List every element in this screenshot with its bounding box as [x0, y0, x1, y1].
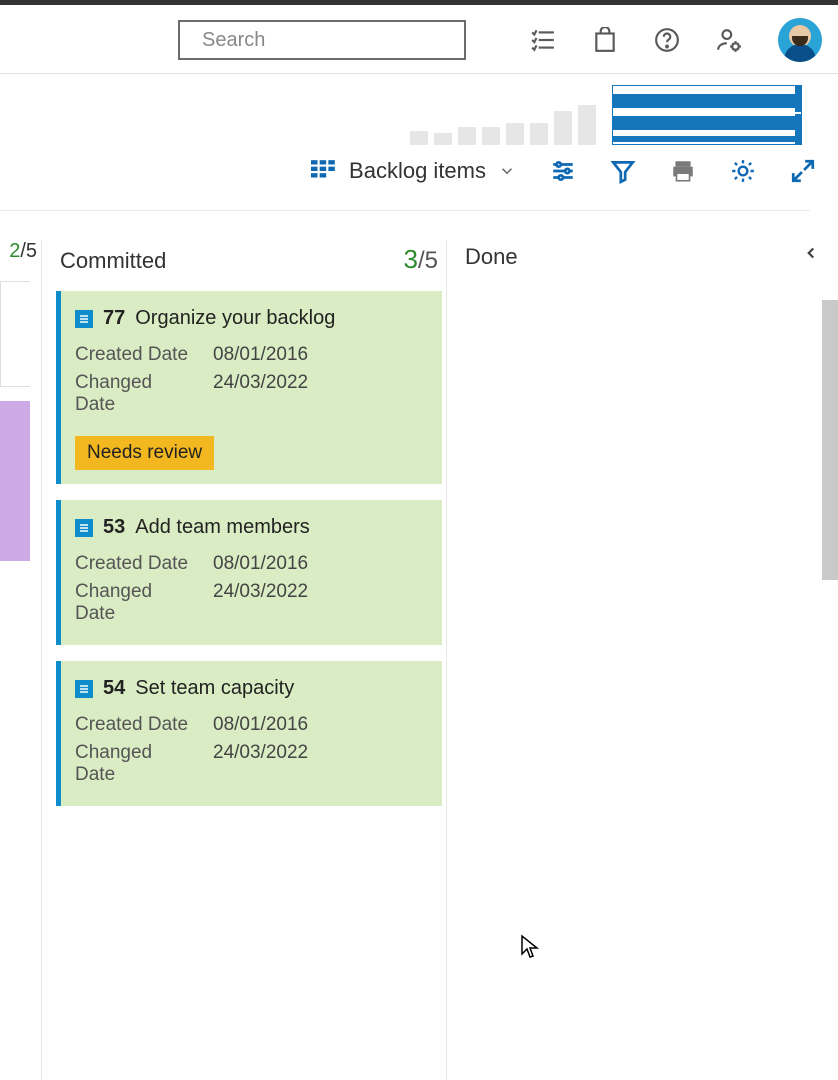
chevron-down-icon	[498, 162, 516, 180]
avatar[interactable]	[778, 18, 822, 62]
column-committed: Committed 3/5 77 Organize your backlog C…	[56, 240, 442, 1080]
toolbar-divider	[0, 210, 810, 211]
field-value: 08/01/2016	[213, 344, 308, 366]
previous-column-sliver: 2/5	[0, 240, 42, 1080]
field-label: Changed Date	[75, 372, 195, 416]
tag[interactable]: Needs review	[75, 436, 214, 470]
prev-column-count: 2/5	[0, 240, 41, 263]
pbi-icon	[75, 310, 93, 328]
settings-sliders-icon[interactable]	[550, 158, 576, 184]
pbi-icon	[75, 519, 93, 537]
search-box[interactable]	[178, 20, 466, 60]
print-icon[interactable]	[670, 158, 696, 184]
work-item-card[interactable]: 53 Add team members Created Date 08/01/20…	[56, 500, 442, 645]
view-selector[interactable]: Backlog items	[311, 158, 516, 184]
card-stub[interactable]	[0, 401, 30, 561]
column-title: Committed	[60, 248, 166, 274]
column-header: Committed 3/5	[56, 240, 442, 291]
burndown-thumbnail[interactable]	[612, 85, 802, 145]
field-value: 24/03/2022	[213, 372, 308, 416]
field-label: Changed Date	[75, 581, 195, 625]
view-selector-label: Backlog items	[349, 158, 486, 184]
user-settings-icon[interactable]	[716, 27, 742, 53]
field-label: Created Date	[75, 344, 195, 366]
column-done: Done	[446, 240, 838, 1080]
collapse-column-icon[interactable]	[802, 244, 820, 262]
board-toolbar: Backlog items	[311, 158, 816, 184]
tasks-icon[interactable]	[530, 27, 556, 53]
column-title: Done	[465, 244, 518, 270]
work-item-title: Set team capacity	[135, 677, 294, 700]
field-value: 24/03/2022	[213, 742, 308, 786]
fullscreen-icon[interactable]	[790, 158, 816, 184]
cumulative-flow-bars[interactable]	[410, 105, 596, 145]
work-item-card[interactable]: 77 Organize your backlog Created Date 08/…	[56, 291, 442, 484]
mini-charts	[410, 80, 810, 145]
field-value: 08/01/2016	[213, 714, 308, 736]
gear-icon[interactable]	[730, 158, 756, 184]
work-item-title: Add team members	[135, 516, 310, 539]
work-item-title: Organize your backlog	[135, 307, 335, 330]
work-item-card[interactable]: 54 Set team capacity Created Date 08/01/2…	[56, 661, 442, 806]
field-value: 24/03/2022	[213, 581, 308, 625]
card-stub[interactable]	[0, 281, 30, 387]
help-icon[interactable]	[654, 27, 680, 53]
column-count: 3/5	[404, 244, 438, 275]
work-item-id: 54	[103, 677, 125, 700]
work-item-id: 53	[103, 516, 125, 539]
filter-icon[interactable]	[610, 158, 636, 184]
scrollbar-thumb[interactable]	[822, 300, 838, 580]
search-input[interactable]	[202, 29, 467, 52]
field-label: Created Date	[75, 714, 195, 736]
column-header: Done	[447, 240, 838, 286]
field-label: Created Date	[75, 553, 195, 575]
work-item-id: 77	[103, 307, 125, 330]
board: 2/5 Committed 3/5 77 Organize your backl…	[0, 240, 838, 1080]
field-label: Changed Date	[75, 742, 195, 786]
shopping-bag-icon[interactable]	[592, 27, 618, 53]
top-bar	[0, 0, 838, 74]
field-value: 08/01/2016	[213, 553, 308, 575]
pbi-icon	[75, 680, 93, 698]
top-icon-group	[530, 18, 822, 62]
board-grid-icon	[311, 160, 337, 182]
mouse-cursor-icon	[520, 934, 540, 960]
